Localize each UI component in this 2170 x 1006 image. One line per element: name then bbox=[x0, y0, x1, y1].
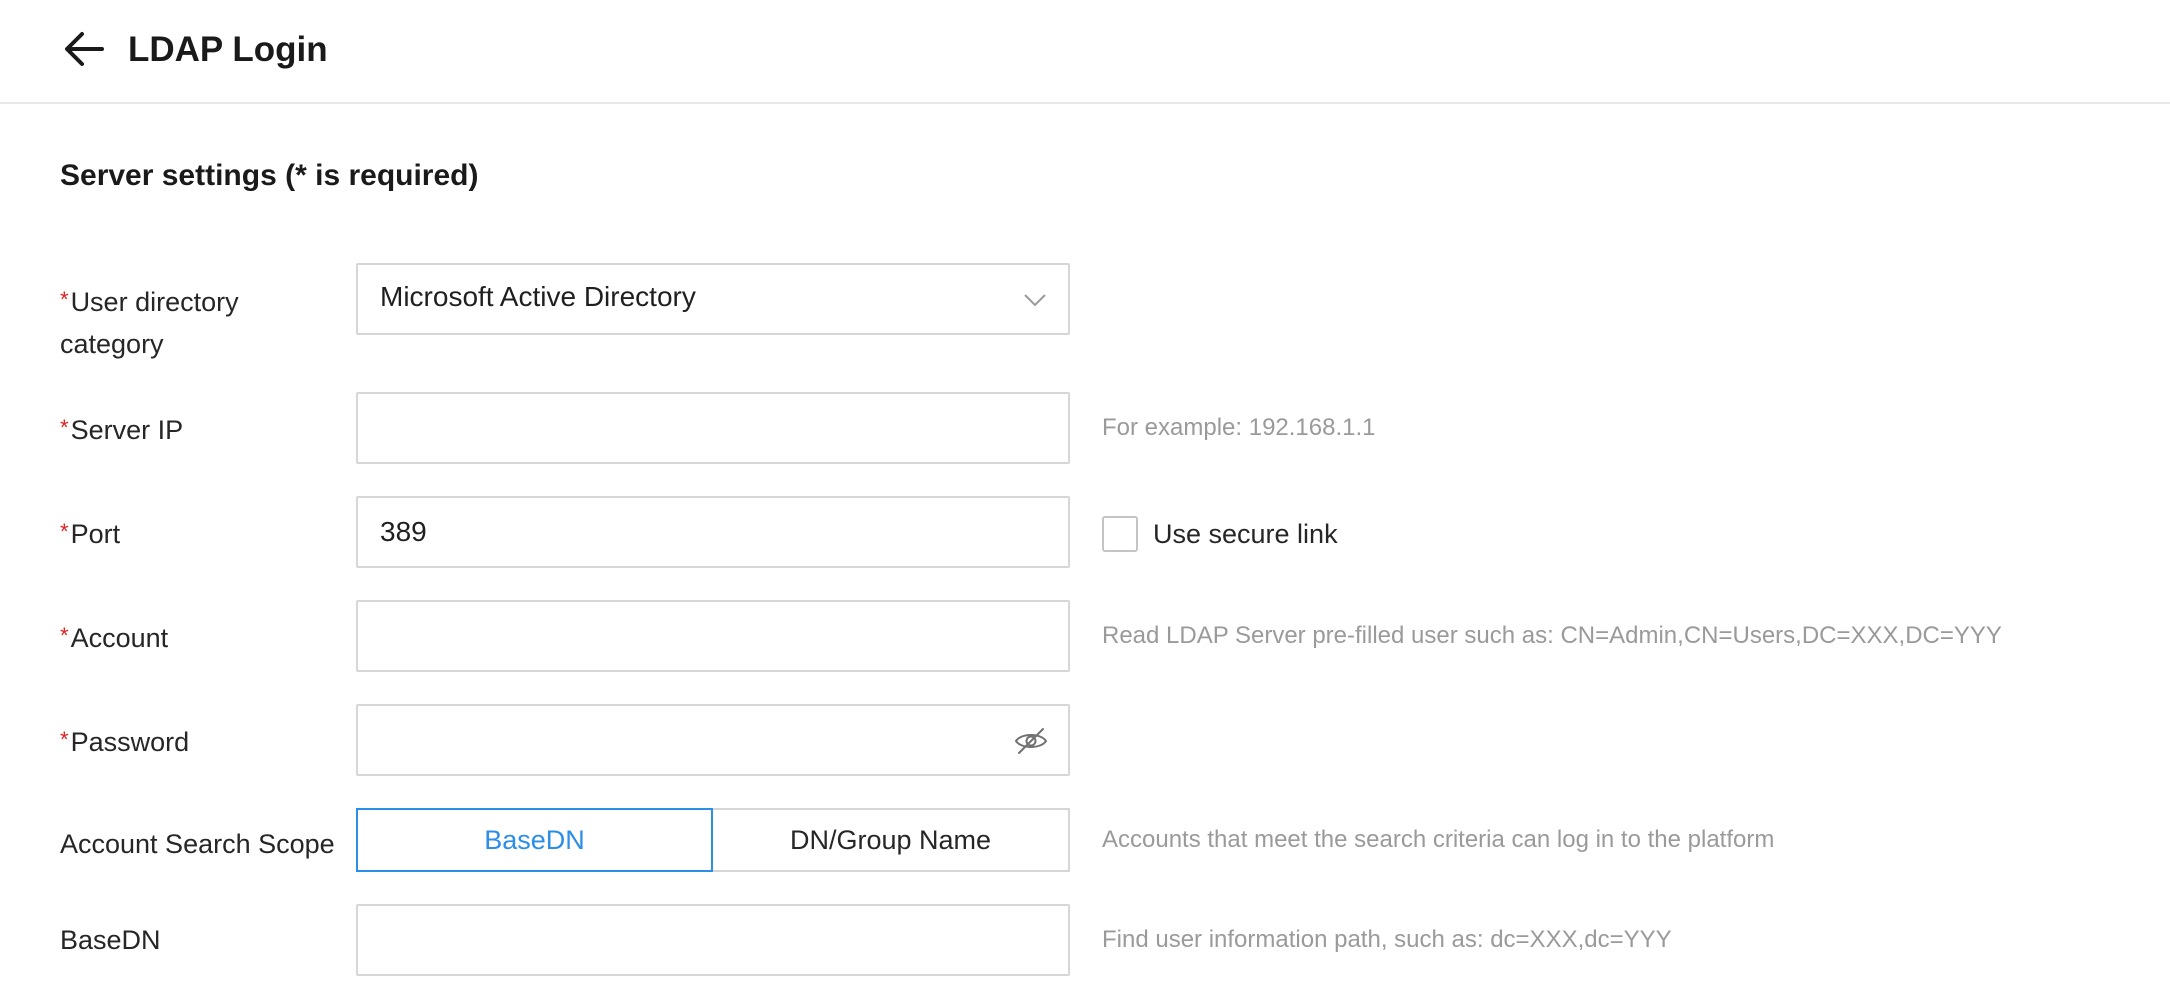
scope-option-basedn[interactable]: BaseDN bbox=[356, 808, 713, 872]
eye-slash-icon[interactable] bbox=[1014, 726, 1048, 756]
page-header: LDAP Login bbox=[0, 0, 2170, 104]
account-input[interactable] bbox=[380, 602, 1020, 670]
account-hint: Read LDAP Server pre-filled user such as… bbox=[1102, 622, 2002, 649]
server-ip-label: *Server IP bbox=[60, 407, 340, 451]
section-title: Server settings (* is required) bbox=[60, 159, 479, 192]
basedn-field[interactable] bbox=[356, 904, 1070, 976]
required-mark: * bbox=[60, 519, 69, 544]
basedn-hint: Find user information path, such as: dc=… bbox=[1102, 926, 1672, 953]
user-directory-category-label: *User directory category bbox=[60, 279, 340, 365]
use-secure-link-checkbox[interactable] bbox=[1102, 516, 1138, 552]
account-search-scope-hint: Accounts that meet the search criteria c… bbox=[1102, 826, 1775, 853]
basedn-label: BaseDN bbox=[60, 925, 161, 955]
password-input[interactable] bbox=[380, 706, 980, 774]
arrow-left-icon bbox=[65, 32, 104, 66]
port-label: *Port bbox=[60, 511, 340, 555]
port-input[interactable] bbox=[380, 498, 1020, 566]
basedn-input[interactable] bbox=[380, 906, 1020, 974]
back-button[interactable] bbox=[58, 26, 110, 72]
server-ip-label-text: Server IP bbox=[70, 415, 184, 445]
account-field[interactable] bbox=[356, 600, 1070, 672]
required-mark: * bbox=[60, 727, 69, 752]
server-ip-field[interactable] bbox=[356, 392, 1070, 464]
account-label: *Account bbox=[60, 615, 340, 659]
user-directory-category-select[interactable]: Microsoft Active Directory bbox=[356, 263, 1070, 335]
use-secure-link-label[interactable]: Use secure link bbox=[1153, 514, 1338, 554]
chevron-down-icon bbox=[1024, 294, 1046, 307]
required-mark: * bbox=[60, 287, 69, 312]
server-ip-hint: For example: 192.168.1.1 bbox=[1102, 414, 1376, 441]
password-field[interactable] bbox=[356, 704, 1070, 776]
scope-option-dn-group-name[interactable]: DN/Group Name bbox=[713, 808, 1070, 872]
account-search-scope-label: Account Search Scope bbox=[60, 829, 335, 859]
user-directory-category-value: Microsoft Active Directory bbox=[380, 281, 696, 312]
password-label: *Password bbox=[60, 719, 340, 763]
port-label-text: Port bbox=[70, 519, 121, 549]
password-label-text: Password bbox=[70, 727, 190, 757]
account-label-text: Account bbox=[70, 623, 169, 653]
port-field[interactable] bbox=[356, 496, 1070, 568]
required-mark: * bbox=[60, 623, 69, 648]
user-directory-category-label-text: User directory category bbox=[60, 287, 239, 359]
required-mark: * bbox=[60, 415, 69, 440]
server-ip-input[interactable] bbox=[380, 394, 1020, 462]
page-title: LDAP Login bbox=[128, 30, 328, 69]
